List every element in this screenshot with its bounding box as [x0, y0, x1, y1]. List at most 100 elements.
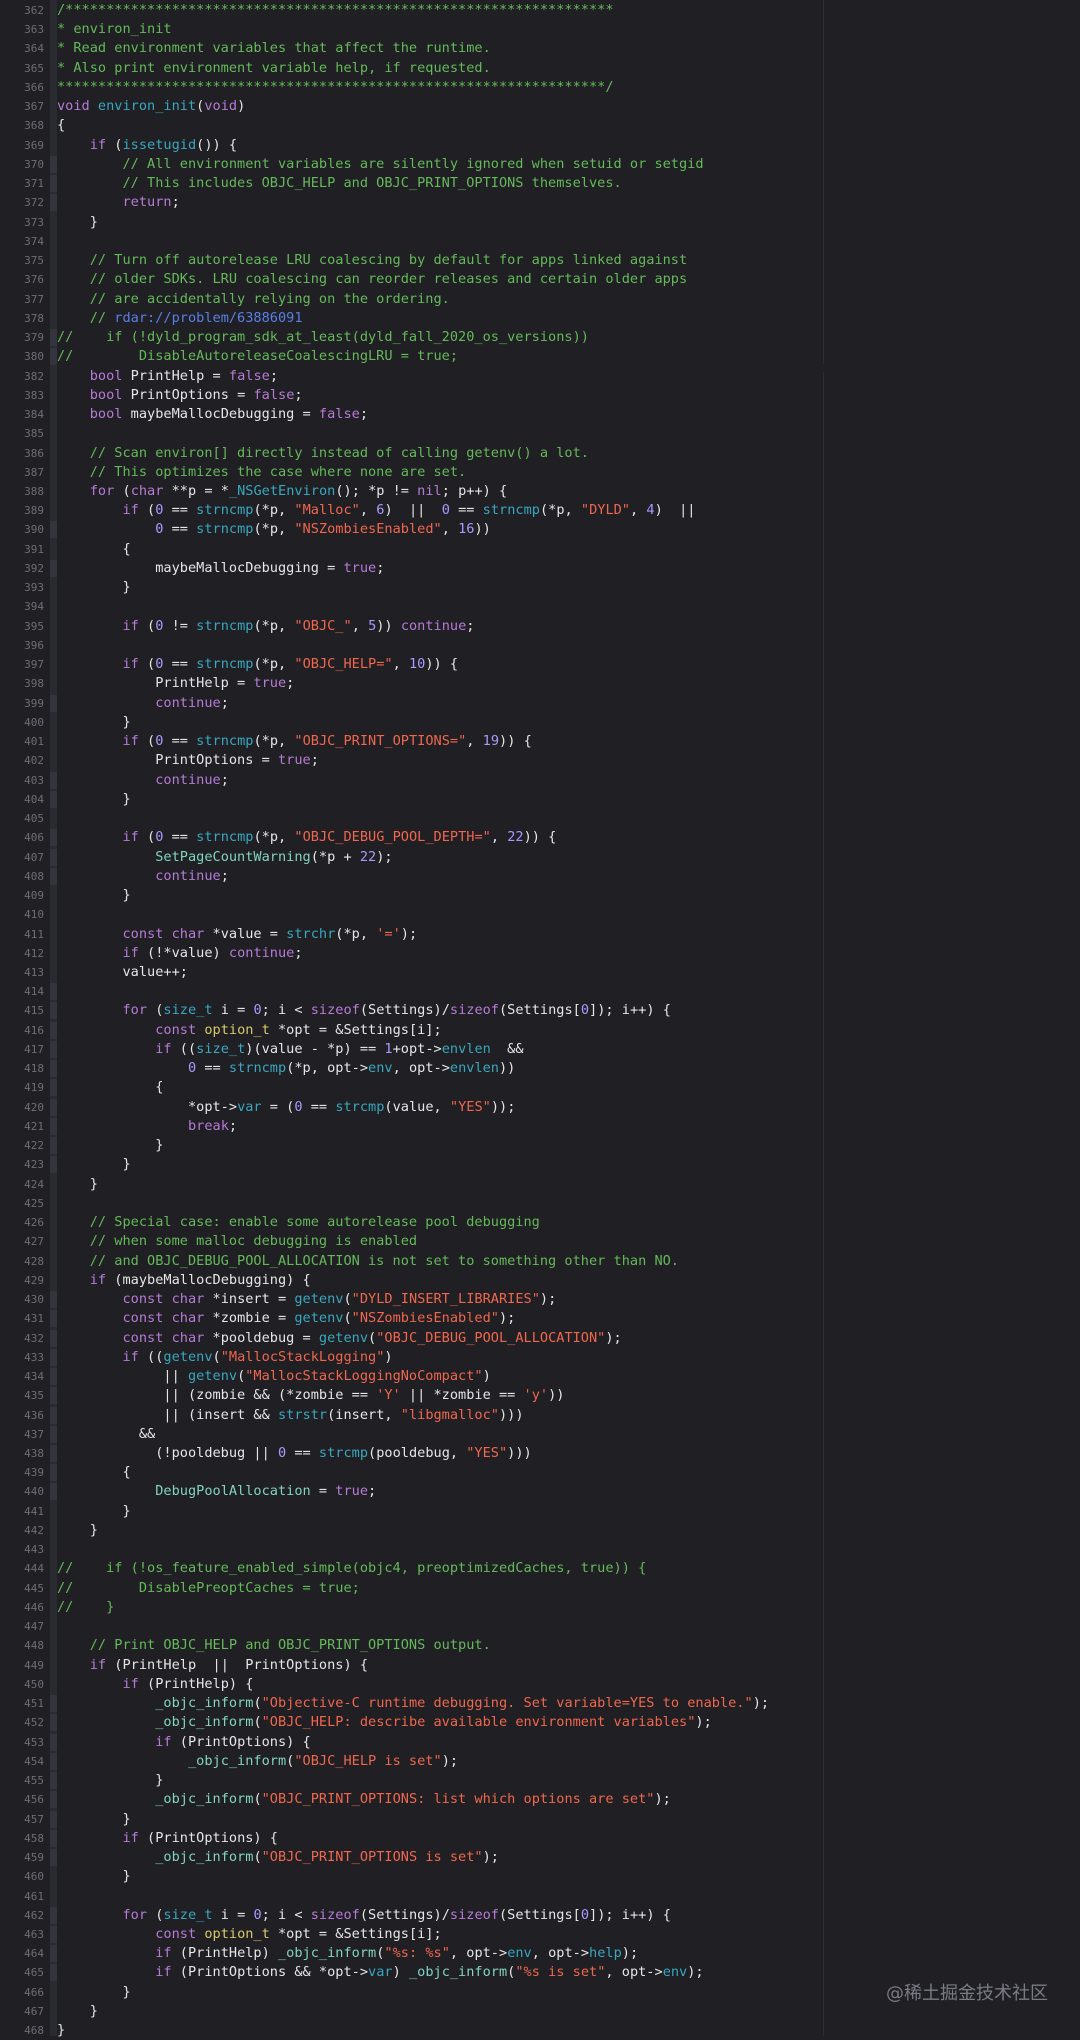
fold-marker[interactable]: [50, 348, 57, 366]
code-line[interactable]: // rdar://problem/63886091: [57, 309, 303, 328]
code-line[interactable]: DebugPoolAllocation = true;: [57, 1482, 376, 1501]
code-line[interactable]: // Special case: enable some autorelease…: [57, 1213, 540, 1232]
fold-marker[interactable]: [50, 1829, 57, 1847]
fold-marker[interactable]: [50, 829, 57, 847]
code-line[interactable]: // This optimizes the case where none ar…: [57, 463, 466, 482]
fold-marker[interactable]: [50, 1002, 57, 1020]
code-line[interactable]: if (0 == strncmp(*p, "OBJC_HELP=", 10)) …: [57, 655, 458, 674]
code-line[interactable]: &&: [57, 1425, 155, 1444]
fold-marker[interactable]: [50, 1791, 57, 1809]
code-line[interactable]: * environ_init: [57, 20, 172, 39]
code-line[interactable]: if (issetugid()) {: [57, 136, 237, 155]
code-line[interactable]: if (PrintOptions && *opt->var) _objc_inf…: [57, 1963, 703, 1982]
code-line[interactable]: if (maybeMallocDebugging) {: [57, 1271, 311, 1290]
code-line[interactable]: }: [57, 886, 130, 905]
source-code-area[interactable]: /***************************************…: [57, 0, 1080, 2038]
code-line[interactable]: // All environment variables are silentl…: [57, 155, 703, 174]
code-line[interactable]: const option_t *opt = &Settings[i];: [57, 1021, 441, 1040]
code-line[interactable]: void environ_init(void): [57, 97, 245, 116]
code-line[interactable]: }: [57, 2002, 98, 2021]
code-line[interactable]: continue;: [57, 771, 229, 790]
fold-marker[interactable]: [50, 1368, 57, 1386]
code-line[interactable]: }: [57, 1136, 163, 1155]
code-line[interactable]: // This includes OBJC_HELP and OBJC_PRIN…: [57, 174, 621, 193]
code-line[interactable]: value++;: [57, 963, 187, 982]
code-line[interactable]: // are accidentally relying on the order…: [57, 290, 450, 309]
fold-marker[interactable]: [50, 1445, 57, 1462]
code-line[interactable]: bool PrintHelp = false;: [57, 367, 278, 386]
fold-marker[interactable]: [50, 694, 57, 712]
code-line[interactable]: if (PrintHelp) {: [57, 1675, 253, 1694]
fold-marker[interactable]: [50, 1945, 57, 1963]
code-line[interactable]: if (0 == strncmp(*p, "OBJC_PRINT_OPTIONS…: [57, 732, 531, 751]
fold-marker[interactable]: [50, 1117, 57, 1135]
code-line[interactable]: * Read environment variables that affect…: [57, 39, 491, 58]
code-line[interactable]: *opt->var = (0 == strcmp(value, "YES"));: [57, 1098, 515, 1117]
code-line[interactable]: (!pooldebug || 0 == strcmp(pooldebug, "Y…: [57, 1444, 532, 1463]
code-line[interactable]: }: [57, 790, 130, 809]
code-line[interactable]: // if (!os_feature_enabled_simple(objc4,…: [57, 1559, 646, 1578]
fold-marker[interactable]: [50, 1964, 57, 1982]
code-line[interactable]: const option_t *opt = &Settings[i];: [57, 1925, 441, 1944]
fold-marker[interactable]: [50, 1137, 57, 1155]
code-line[interactable]: 0 == strncmp(*p, opt->env, opt->envlen)): [57, 1059, 515, 1078]
code-line[interactable]: if (PrintOptions) {: [57, 1733, 311, 1752]
fold-marker[interactable]: [50, 1906, 57, 1924]
fold-marker[interactable]: [50, 1098, 57, 1116]
fold-marker[interactable]: [50, 1329, 57, 1347]
code-line[interactable]: if (0 == strncmp(*p, "OBJC_DEBUG_POOL_DE…: [57, 828, 556, 847]
code-line[interactable]: break;: [57, 1117, 237, 1136]
code-line[interactable]: for (char **p = *_NSGetEnviron(); *p != …: [57, 482, 507, 501]
fold-marker[interactable]: [50, 983, 57, 1001]
code-line[interactable]: PrintHelp = true;: [57, 674, 294, 693]
code-line[interactable]: const char *pooldebug = getenv("OBJC_DEB…: [57, 1329, 621, 1348]
code-line[interactable]: }: [57, 1521, 98, 1540]
code-line[interactable]: }: [57, 578, 130, 597]
code-line[interactable]: }: [57, 713, 130, 732]
fold-marker[interactable]: [50, 1425, 57, 1443]
code-line[interactable]: bool PrintOptions = false;: [57, 386, 303, 405]
code-line[interactable]: // Turn off autorelease LRU coalescing b…: [57, 251, 687, 270]
fold-marker[interactable]: [50, 1406, 57, 1424]
code-line[interactable]: 0 == strncmp(*p, "NSZombiesEnabled", 16)…: [57, 520, 491, 539]
code-line[interactable]: _objc_inform("Objective-C runtime debugg…: [57, 1694, 769, 1713]
code-line[interactable]: maybeMallocDebugging = true;: [57, 559, 384, 578]
code-line[interactable]: /***************************************…: [57, 1, 614, 20]
code-line[interactable]: const char *value = strchr(*p, '=');: [57, 925, 417, 944]
code-line[interactable]: if ((getenv("MallocStackLogging"): [57, 1348, 392, 1367]
code-line[interactable]: continue;: [57, 867, 229, 886]
code-line[interactable]: }: [57, 1502, 130, 1521]
code-line[interactable]: for (size_t i = 0; i < sizeof(Settings)/…: [57, 1001, 670, 1020]
fold-marker[interactable]: [50, 848, 57, 866]
code-line[interactable]: _objc_inform("OBJC_HELP: describe availa…: [57, 1713, 712, 1732]
fold-marker[interactable]: [50, 1348, 57, 1366]
code-line[interactable]: }: [57, 1771, 163, 1790]
code-line[interactable]: _objc_inform("OBJC_PRINT_OPTIONS: list w…: [57, 1790, 671, 1809]
fold-marker[interactable]: [50, 1040, 57, 1058]
fold-marker[interactable]: [50, 1310, 57, 1328]
fold-marker[interactable]: [50, 521, 57, 539]
code-line[interactable]: // DisablePreoptCaches = true;: [57, 1579, 360, 1598]
code-line[interactable]: }: [57, 1867, 130, 1886]
fold-marker[interactable]: [50, 1291, 57, 1309]
fold-marker[interactable]: [50, 771, 57, 789]
code-line[interactable]: continue;: [57, 694, 229, 713]
code-line[interactable]: }: [57, 213, 98, 232]
code-line[interactable]: // if (!dyld_program_sdk_at_least(dyld_f…: [57, 328, 589, 347]
code-line[interactable]: || getenv("MallocStackLoggingNoCompact"): [57, 1367, 490, 1386]
code-line[interactable]: for (size_t i = 0; i < sizeof(Settings)/…: [57, 1906, 670, 1925]
fold-marker[interactable]: [50, 1772, 57, 1790]
code-line[interactable]: }: [57, 1983, 130, 2002]
code-line[interactable]: // when some malloc debugging is enabled: [57, 1232, 417, 1251]
code-line[interactable]: if (!*value) continue;: [57, 944, 302, 963]
code-line[interactable]: bool maybeMallocDebugging = false;: [57, 405, 368, 424]
code-line[interactable]: if (PrintHelp) _objc_inform("%s: %s", op…: [57, 1944, 638, 1963]
fold-marker[interactable]: [50, 1849, 57, 1867]
code-line[interactable]: if ((size_t)(value - *p) == 1+opt->envle…: [57, 1040, 523, 1059]
fold-marker[interactable]: [50, 867, 57, 885]
code-line[interactable]: }: [57, 1155, 130, 1174]
fold-marker[interactable]: [50, 559, 57, 577]
code-line[interactable]: {: [57, 1078, 163, 1097]
code-line[interactable]: _objc_inform("OBJC_PRINT_OPTIONS is set"…: [57, 1848, 499, 1867]
code-line[interactable]: * Also print environment variable help, …: [57, 59, 491, 78]
